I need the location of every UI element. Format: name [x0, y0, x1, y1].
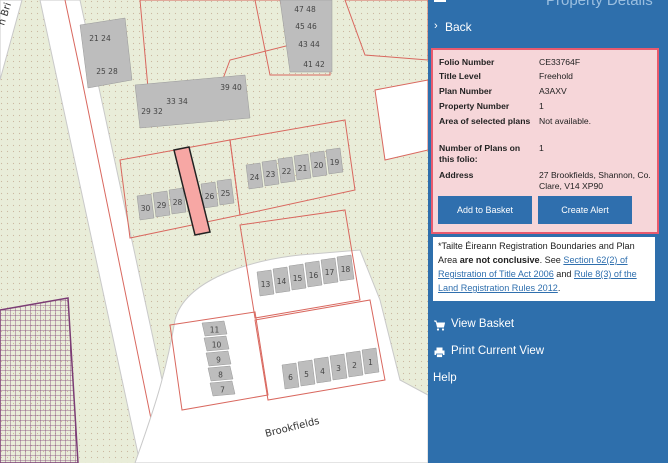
plot-number-8: 8: [218, 371, 223, 380]
plot-number-5: 5: [304, 370, 309, 379]
plot-number-15: 15: [293, 274, 303, 283]
plot-number-16: 16: [309, 271, 319, 280]
plot-number-9: 9: [216, 356, 221, 365]
svg-text:41 42: 41 42: [303, 60, 325, 69]
plot-number-2: 2: [352, 361, 357, 370]
svg-text:33 34: 33 34: [166, 97, 188, 106]
plot-number-29: 29: [157, 201, 167, 210]
plot-number-6: 6: [288, 373, 293, 382]
create-alert-button[interactable]: Create Alert: [538, 196, 632, 224]
plot-number-4: 4: [320, 367, 325, 376]
plot-number-26: 26: [205, 192, 215, 201]
registration-disclaimer: *Tailte Éireann Registration Boundaries …: [432, 236, 656, 302]
plot-number-11: 11: [210, 326, 220, 335]
plot-number-18: 18: [341, 265, 351, 274]
plot-number-3: 3: [336, 364, 341, 373]
help-button[interactable]: Help: [428, 372, 668, 394]
chevron-right-icon: ›: [434, 20, 438, 32]
plot-number-30: 30: [141, 204, 151, 213]
svg-text:39 40: 39 40: [220, 83, 242, 92]
plot-number-10: 10: [212, 341, 222, 350]
plot-number-22: 22: [282, 167, 292, 176]
cart-icon: [434, 320, 446, 331]
svg-text:21 24: 21 24: [89, 34, 111, 43]
printer-icon: [434, 347, 445, 358]
plot-number-28: 28: [173, 198, 183, 207]
svg-text:29 32: 29 32: [141, 107, 163, 116]
view-basket-button[interactable]: View Basket: [428, 318, 668, 340]
folio-details-card: Folio Number CE33764F Title Level Freehold…: [431, 48, 659, 234]
plot-number-19: 19: [330, 158, 340, 167]
plot-number-13: 13: [261, 280, 271, 289]
plot-number-23: 23: [266, 170, 276, 179]
back-button[interactable]: › Back: [428, 20, 668, 40]
plot-number-1: 1: [368, 358, 373, 367]
plot-number-7: 7: [220, 386, 225, 395]
svg-text:25 28: 25 28: [96, 67, 118, 76]
map-view[interactable]: 302928272625 242322212019 131415161718 1…: [0, 0, 428, 463]
plot-number-17: 17: [325, 268, 335, 277]
svg-text:47 48: 47 48: [294, 5, 316, 14]
plot-number-25: 25: [221, 189, 231, 198]
property-details-panel: Property Details › Back Folio Number CE33…: [428, 0, 668, 463]
plot-number-20: 20: [314, 161, 324, 170]
plot-number-21: 21: [298, 164, 308, 173]
svg-text:45 46: 45 46: [295, 22, 317, 31]
plot-number-14: 14: [277, 277, 287, 286]
print-current-view-button[interactable]: Print Current View: [428, 345, 668, 367]
svg-text:43 44: 43 44: [298, 40, 320, 49]
plot-number-24: 24: [250, 173, 260, 182]
panel-title: Property Details: [546, 0, 653, 9]
add-to-basket-button[interactable]: Add to Basket: [438, 196, 532, 224]
